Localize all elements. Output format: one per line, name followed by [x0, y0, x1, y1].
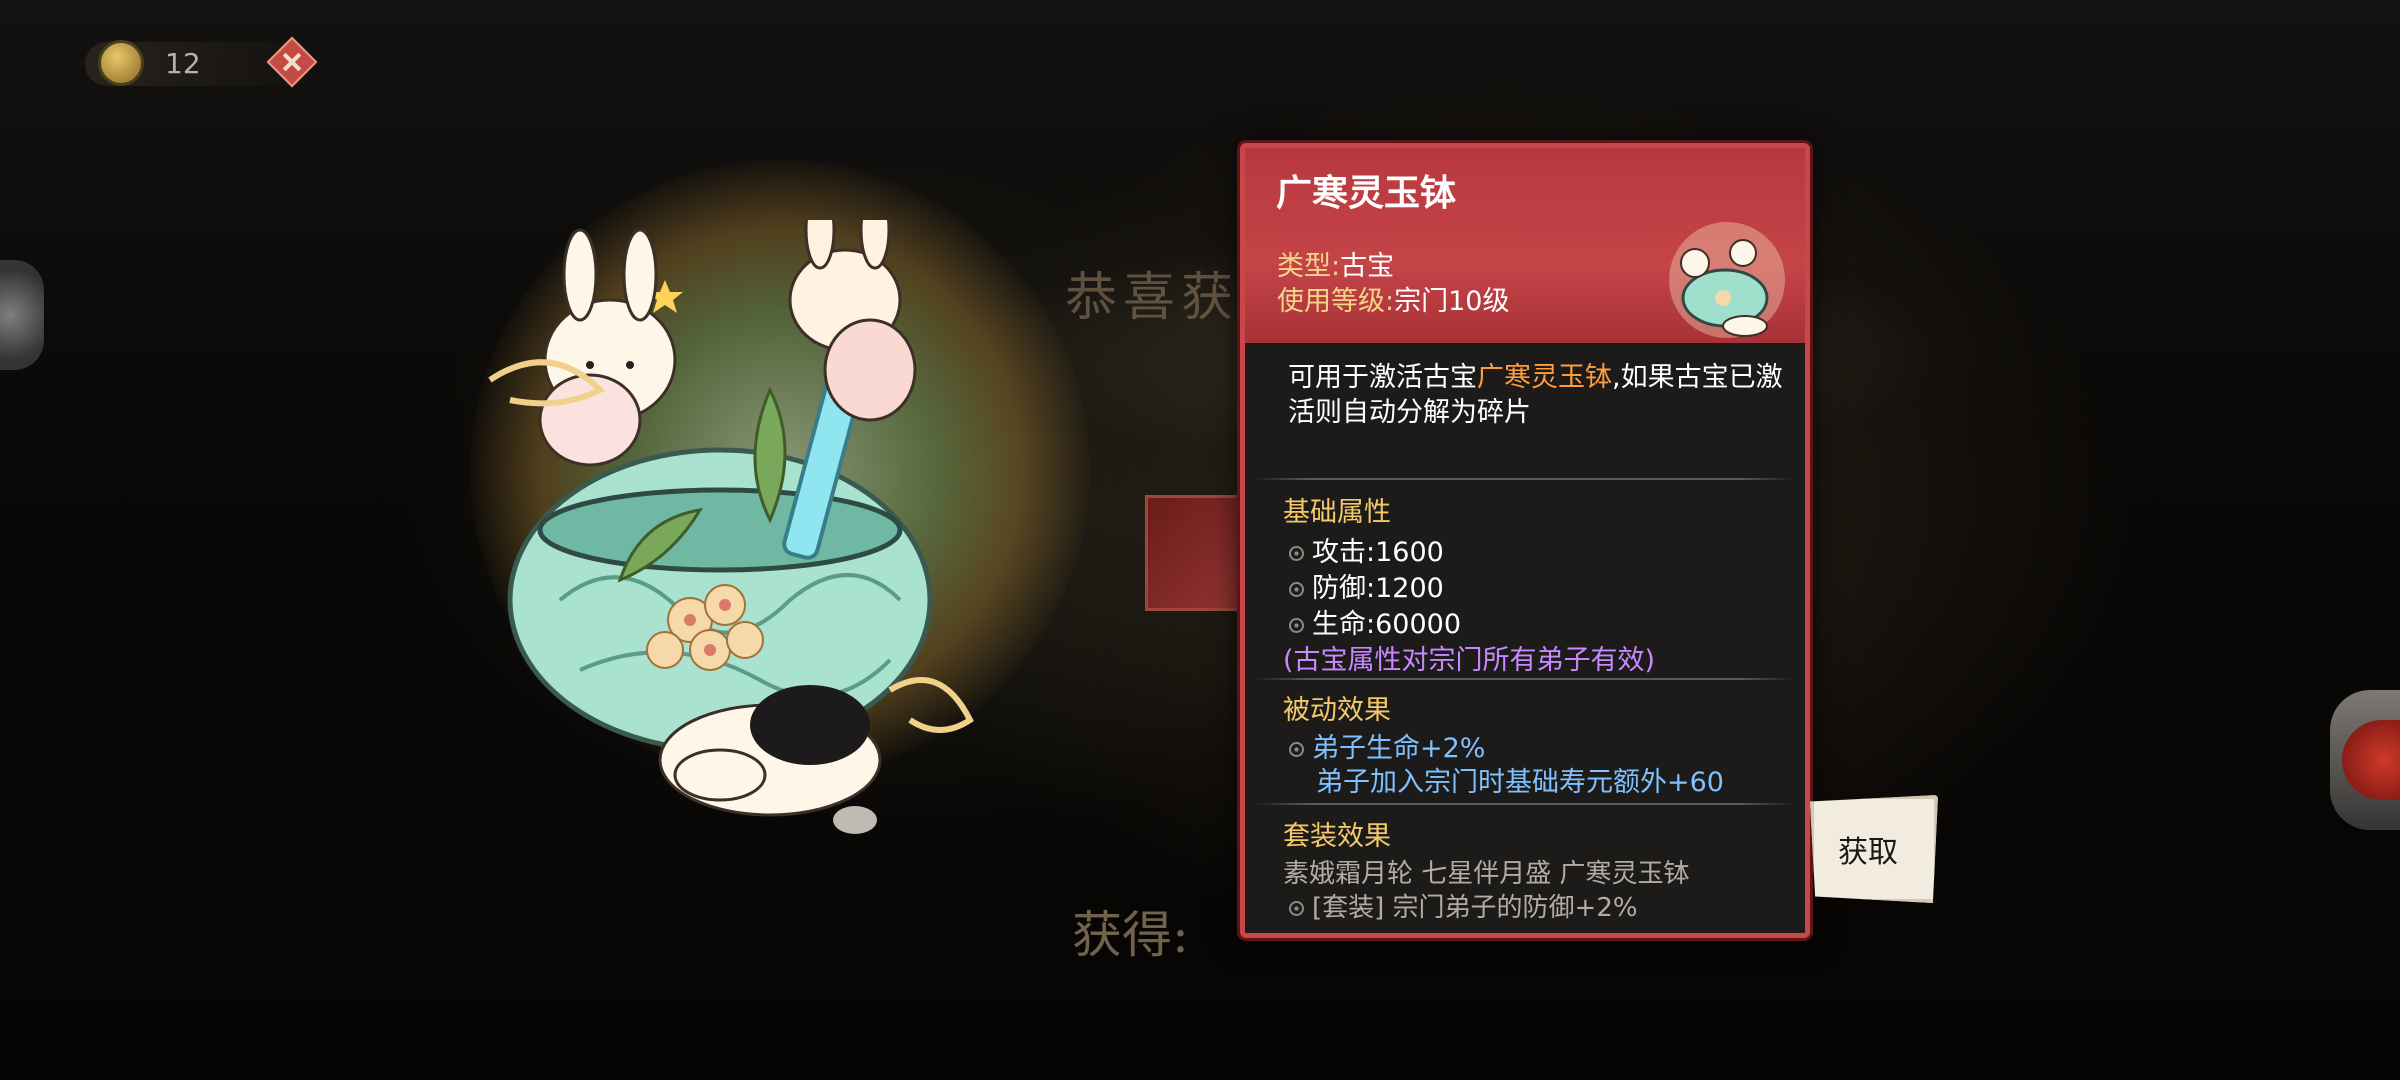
background-title: 恭喜获 — [1065, 268, 1240, 328]
stat-attack: 攻击:1600 — [1289, 530, 1444, 569]
item-type: 类型:古宝 — [1277, 244, 1394, 283]
item-thumbnail — [1669, 222, 1785, 338]
divider — [1255, 678, 1795, 680]
stat-health: 生命:60000 — [1289, 602, 1461, 641]
stat-value: 1200 — [1375, 573, 1444, 604]
resource-count: 12 — [165, 47, 201, 80]
description-highlight: 广寒灵玉钵 — [1477, 362, 1612, 393]
divider — [1255, 478, 1795, 480]
base-attributes-title: 基础属性 — [1283, 497, 1391, 528]
divider — [1255, 803, 1795, 805]
bullet-icon — [1289, 618, 1304, 633]
stat-value: 1600 — [1375, 537, 1444, 568]
stat-defense: 防御:1200 — [1289, 566, 1444, 605]
artifact-illustration — [488, 220, 974, 834]
set-bonus: [套装] 宗门弟子的防御+2% — [1289, 887, 1638, 924]
left-edge-avatar[interactable] — [0, 260, 44, 370]
passive-title: 被动效果 — [1283, 695, 1391, 726]
background-obtain-label: 获得: — [1072, 906, 1189, 964]
bullet-icon — [1289, 546, 1304, 561]
stat-label: 生命: — [1312, 609, 1376, 640]
item-level-label: 使用等级: — [1277, 286, 1395, 317]
description-prefix: 可用于激活古宝 — [1288, 362, 1477, 393]
bullet-icon — [1289, 582, 1304, 597]
obtain-button-label[interactable]: 获取 — [1838, 827, 1898, 871]
item-description: 可用于激活古宝广寒灵玉钵,如果古宝已激活则自动分解为碎片 — [1288, 360, 1793, 430]
item-level-value: 宗门10级 — [1394, 286, 1510, 317]
background-reward-card — [1145, 495, 1241, 611]
bullet-icon — [1289, 901, 1304, 916]
set-items: 素娥霜月轮 七星伴月盛 广寒灵玉钵 — [1283, 859, 1690, 889]
coin-icon — [98, 40, 144, 86]
attribute-note: (古宝属性对宗门所有弟子有效) — [1283, 645, 1656, 676]
stat-value: 60000 — [1375, 609, 1462, 640]
item-level: 使用等级:宗门10级 — [1277, 279, 1509, 318]
item-name: 广寒灵玉钵 — [1276, 173, 1457, 214]
passive-line-2: 弟子加入宗门时基础寿元额外+60 — [1316, 767, 1724, 798]
item-type-label: 类型: — [1277, 251, 1341, 282]
stat-label: 攻击: — [1312, 537, 1376, 568]
item-type-value: 古宝 — [1340, 251, 1395, 282]
set-effect-title: 套装效果 — [1283, 821, 1391, 852]
item-detail-panel: 广寒灵玉钵 类型:古宝 使用等级:宗门10级 可用于激活古宝广寒灵玉钵,如果古宝… — [1240, 143, 1810, 938]
stat-label: 防御: — [1312, 573, 1376, 604]
bullet-icon — [1289, 742, 1304, 757]
set-bonus-text: [套装] 宗门弟子的防御+2% — [1312, 893, 1638, 923]
